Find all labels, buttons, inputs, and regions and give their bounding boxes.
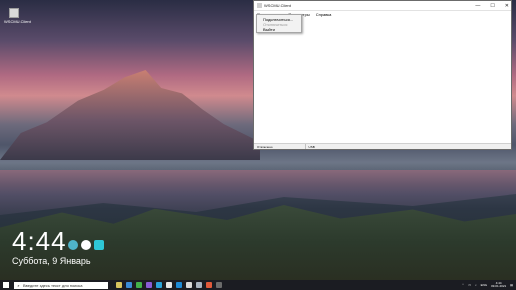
desktop-icon[interactable]: WSCMU.Client xyxy=(4,8,31,24)
menu-help[interactable]: Справка xyxy=(316,12,332,17)
desktop-icon-label: WSCMU.Client xyxy=(4,19,31,24)
app-running-icon[interactable] xyxy=(216,282,222,288)
telegram-icon[interactable] xyxy=(156,282,162,288)
folder-icon[interactable] xyxy=(116,282,122,288)
windows-logo-icon xyxy=(3,282,9,288)
document-icon[interactable] xyxy=(166,282,172,288)
tool-icon[interactable] xyxy=(176,282,182,288)
status-separator xyxy=(304,144,306,149)
lockscreen-badges xyxy=(68,240,104,250)
statusbar: Отключено USB xyxy=(254,143,511,149)
search-icon: ⌕ xyxy=(17,282,20,288)
minimize-button[interactable]: — xyxy=(475,3,480,9)
app-shortcut-icon xyxy=(9,8,19,18)
viber-icon[interactable] xyxy=(146,282,152,288)
whatsapp-icon[interactable] xyxy=(136,282,142,288)
network-icon[interactable]: ▭ xyxy=(468,283,471,287)
maximize-button[interactable]: ☐ xyxy=(490,3,494,9)
taskbar-apps xyxy=(116,282,222,288)
app-icon xyxy=(257,3,262,8)
app-badge-icon xyxy=(81,240,91,250)
pen-icon[interactable] xyxy=(186,282,192,288)
close-button[interactable]: ✕ xyxy=(505,3,509,9)
window-controls: — ☐ ✕ xyxy=(475,1,509,10)
mountain-scene xyxy=(0,70,260,160)
chat-badge-icon xyxy=(68,240,78,250)
clock-date: 09.01.2021 xyxy=(491,284,507,288)
window-content xyxy=(254,18,511,143)
search-placeholder: Введите здесь текст для поиска xyxy=(23,282,83,288)
start-button[interactable] xyxy=(0,280,12,290)
notifications-icon[interactable]: ▤ xyxy=(510,283,513,287)
tray-language[interactable]: ENG xyxy=(481,283,488,287)
yandex-icon[interactable] xyxy=(206,282,212,288)
window-titlebar[interactable]: WSCMU.Client — ☐ ✕ xyxy=(254,1,511,11)
battery-badge-icon xyxy=(94,240,104,250)
status-connection: Отключено xyxy=(257,144,273,149)
volume-icon[interactable]: ♪ xyxy=(475,283,477,287)
taskbar-clock[interactable]: 4:44 09.01.2021 xyxy=(491,282,506,288)
connection-dropdown-menu: Подключиться... Отключиться Выйти xyxy=(256,14,302,33)
taskbar: ⌕ Введите здесь текст для поиска ⌃ ▭ ♪ E… xyxy=(0,280,516,290)
taskbar-search[interactable]: ⌕ Введите здесь текст для поиска xyxy=(14,281,108,289)
menu-item-exit[interactable]: Выйти xyxy=(257,27,301,32)
system-tray: ⌃ ▭ ♪ ENG 4:44 09.01.2021 ▤ xyxy=(462,280,513,290)
tray-up-arrow-icon[interactable]: ⌃ xyxy=(462,283,465,287)
status-interface: USB xyxy=(308,144,315,149)
window-title: WSCMU.Client xyxy=(264,3,291,8)
file-icon[interactable] xyxy=(196,282,202,288)
lockscreen-date: Суббота, 9 Январь xyxy=(12,256,91,266)
edge-icon[interactable] xyxy=(126,282,132,288)
